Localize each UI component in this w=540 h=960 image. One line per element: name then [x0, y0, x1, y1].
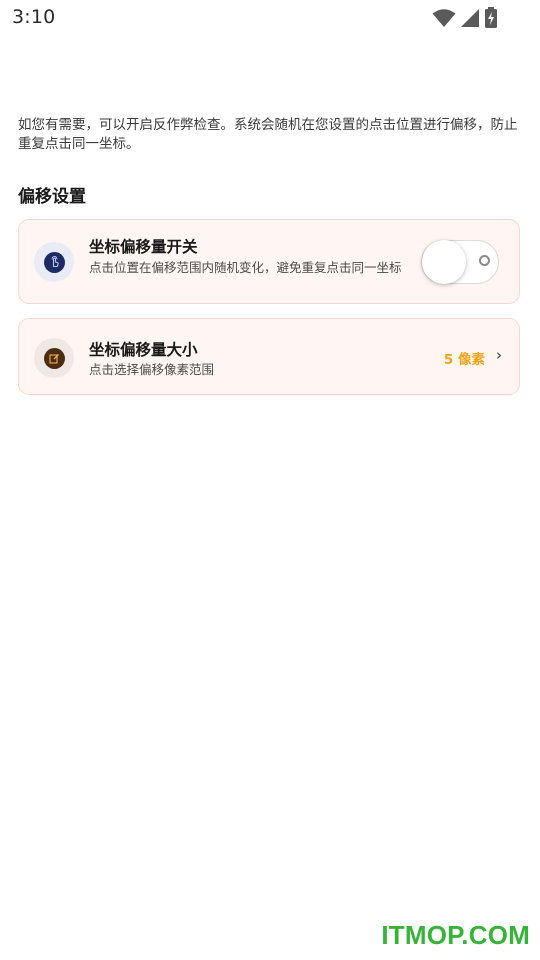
wifi-icon [432, 8, 456, 28]
cellular-signal-icon [460, 8, 480, 28]
card-title: 坐标偏移量大小 [89, 341, 198, 359]
status-time: 3:10 [12, 6, 56, 28]
toggle-off-indicator-icon [479, 255, 490, 266]
chevron-right-icon: › [496, 346, 502, 364]
card-description: 点击位置在偏移范围内随机变化，避免重复点击同一坐标 [89, 260, 402, 275]
section-title: 偏移设置 [18, 187, 86, 207]
offset-toggle-card[interactable]: 坐标偏移量开关 点击位置在偏移范围内随机变化，避免重复点击同一坐标 [18, 219, 520, 304]
battery-charging-icon [484, 7, 498, 29]
status-bar: 3:10 [0, 0, 540, 36]
touch-icon-container [34, 242, 74, 282]
edit-icon [43, 347, 65, 369]
edit-icon-container [34, 338, 74, 378]
card-description: 点击选择偏移像素范围 [89, 362, 215, 377]
touch-icon [43, 251, 65, 273]
status-icons [432, 7, 498, 29]
toggle-knob [422, 240, 466, 284]
intro-text: 如您有需要，可以开启反作弊检查。系统会随机在您设置的点击位置进行偏移，防止重复点… [18, 117, 518, 152]
offset-toggle-switch[interactable] [421, 240, 499, 284]
offset-size-card[interactable]: 坐标偏移量大小 点击选择偏移像素范围 5 像素 › [18, 318, 520, 395]
card-title: 坐标偏移量开关 [89, 238, 198, 256]
watermark-logo: ITMOP.COM [381, 920, 530, 950]
offset-size-value: 5 像素 [443, 352, 485, 368]
